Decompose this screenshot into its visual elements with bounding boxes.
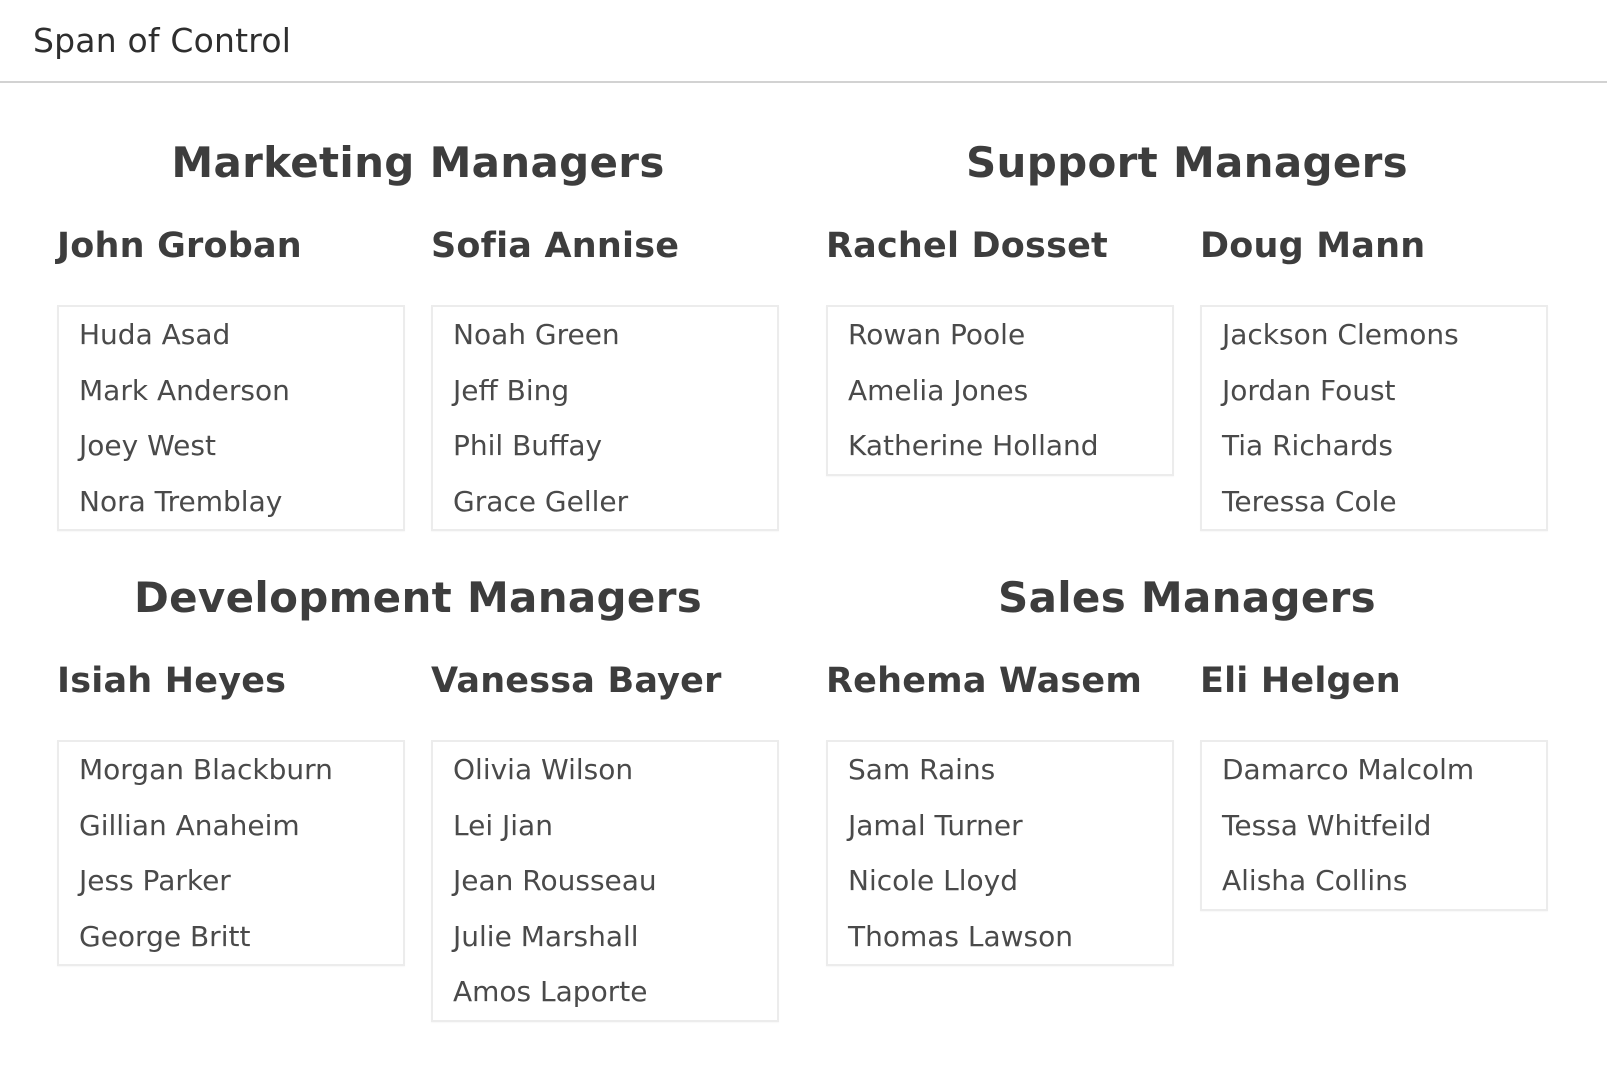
direct-reports-list: Rowan Poole Amelia Jones Katherine Holla… xyxy=(826,305,1174,476)
direct-report-item: Noah Green xyxy=(453,318,620,351)
direct-reports-list: Damarco Malcolm Tessa Whitfeild Alisha C… xyxy=(1200,740,1548,911)
section-title: Sales Managers xyxy=(998,573,1376,622)
manager-name: Doug Mann xyxy=(1200,226,1426,266)
direct-report-item: Phil Buffay xyxy=(453,429,603,462)
direct-report-item: Jess Parker xyxy=(79,864,231,897)
manager-name: Rachel Dosset xyxy=(826,226,1108,266)
section-marketing-managers: Marketing Managers John Groban Huda Asad… xyxy=(57,130,779,531)
direct-report-item: Jeff Bing xyxy=(453,373,570,407)
manager-group: Isiah Heyes Morgan Blackburn Gillian Ana… xyxy=(57,656,779,1022)
direct-report-item: Alisha Collins xyxy=(1222,864,1408,897)
direct-report-item: Julie Marshall xyxy=(453,919,639,953)
manager-name: Sofia Annise xyxy=(431,226,680,266)
manager-name: Rehema Wasem xyxy=(826,661,1143,701)
manager-card: Rehema Wasem Sam Rains Jamal Turner Nico… xyxy=(826,656,1174,966)
section-support-managers: Support Managers Rachel Dosset Rowan Poo… xyxy=(826,130,1548,531)
section-title: Support Managers xyxy=(966,138,1408,187)
page-header: Span of Control xyxy=(0,0,1607,83)
manager-card: Sofia Annise Noah Green Jeff Bing Phil B… xyxy=(431,221,779,531)
direct-report-item: Jackson Clemons xyxy=(1222,318,1459,351)
section-sales-managers: Sales Managers Rehema Wasem Sam Rains Ja… xyxy=(826,565,1548,966)
manager-group: John Groban Huda Asad Mark Anderson Joey… xyxy=(57,221,779,531)
direct-report-item: Gillian Anaheim xyxy=(79,808,300,842)
manager-card: Doug Mann Jackson Clemons Jordan Foust T… xyxy=(1200,221,1548,531)
direct-report-item: Nicole Lloyd xyxy=(848,864,1019,897)
direct-report-item: Grace Geller xyxy=(453,484,629,518)
direct-report-item: Damarco Malcolm xyxy=(1222,753,1475,786)
direct-report-item: Thomas Lawson xyxy=(848,919,1074,953)
manager-name: Vanessa Bayer xyxy=(431,661,722,701)
page-title: Span of Control xyxy=(33,21,292,60)
manager-group: Rachel Dosset Rowan Poole Amelia Jones K… xyxy=(826,221,1548,531)
direct-report-item: Jamal Turner xyxy=(848,808,1023,842)
section-title: Marketing Managers xyxy=(171,138,665,187)
direct-reports-list: Morgan Blackburn Gillian Anaheim Jess Pa… xyxy=(57,740,405,966)
section-development-managers: Development Managers Isiah Heyes Morgan … xyxy=(57,565,779,1022)
direct-report-item: Huda Asad xyxy=(79,318,231,351)
direct-report-item: Lei Jian xyxy=(453,808,553,842)
manager-group: Rehema Wasem Sam Rains Jamal Turner Nico… xyxy=(826,656,1548,966)
direct-reports-list: Noah Green Jeff Bing Phil Buffay Grace G… xyxy=(431,305,779,531)
direct-report-item: Tia Richards xyxy=(1222,429,1393,462)
direct-report-item: Jean Rousseau xyxy=(453,864,657,897)
direct-report-item: Amelia Jones xyxy=(848,373,1029,407)
direct-report-item: Tessa Whitfeild xyxy=(1222,808,1432,842)
manager-name: John Groban xyxy=(57,226,302,266)
manager-name: Eli Helgen xyxy=(1200,661,1401,701)
direct-report-item: Olivia Wilson xyxy=(453,753,634,786)
manager-name: Isiah Heyes xyxy=(57,661,287,701)
manager-card: John Groban Huda Asad Mark Anderson Joey… xyxy=(57,221,405,531)
direct-reports-list: Jackson Clemons Jordan Foust Tia Richard… xyxy=(1200,305,1548,531)
section-title: Development Managers xyxy=(133,573,703,622)
direct-reports-list: Olivia Wilson Lei Jian Jean Rousseau Jul… xyxy=(431,740,779,1022)
direct-report-item: Amos Laporte xyxy=(453,975,648,1008)
direct-report-item: Joey West xyxy=(79,429,216,462)
direct-report-item: Rowan Poole xyxy=(848,318,1026,351)
direct-reports-list: Huda Asad Mark Anderson Joey West Nora T… xyxy=(57,305,405,531)
direct-report-item: Jordan Foust xyxy=(1222,373,1396,407)
direct-reports-list: Sam Rains Jamal Turner Nicole Lloyd Thom… xyxy=(826,740,1174,966)
direct-report-item: Katherine Holland xyxy=(848,429,1099,462)
direct-report-item: Mark Anderson xyxy=(79,373,290,407)
manager-card: Rachel Dosset Rowan Poole Amelia Jones K… xyxy=(826,221,1174,531)
direct-report-item: George Britt xyxy=(79,919,251,953)
manager-card: Isiah Heyes Morgan Blackburn Gillian Ana… xyxy=(57,656,405,1022)
direct-report-item: Sam Rains xyxy=(848,753,996,786)
direct-report-item: Teressa Cole xyxy=(1222,484,1397,518)
direct-report-item: Morgan Blackburn xyxy=(79,753,333,786)
manager-card: Eli Helgen Damarco Malcolm Tessa Whitfei… xyxy=(1200,656,1548,966)
direct-report-item: Nora Tremblay xyxy=(79,484,283,518)
manager-card: Vanessa Bayer Olivia Wilson Lei Jian Jea… xyxy=(431,656,779,1022)
